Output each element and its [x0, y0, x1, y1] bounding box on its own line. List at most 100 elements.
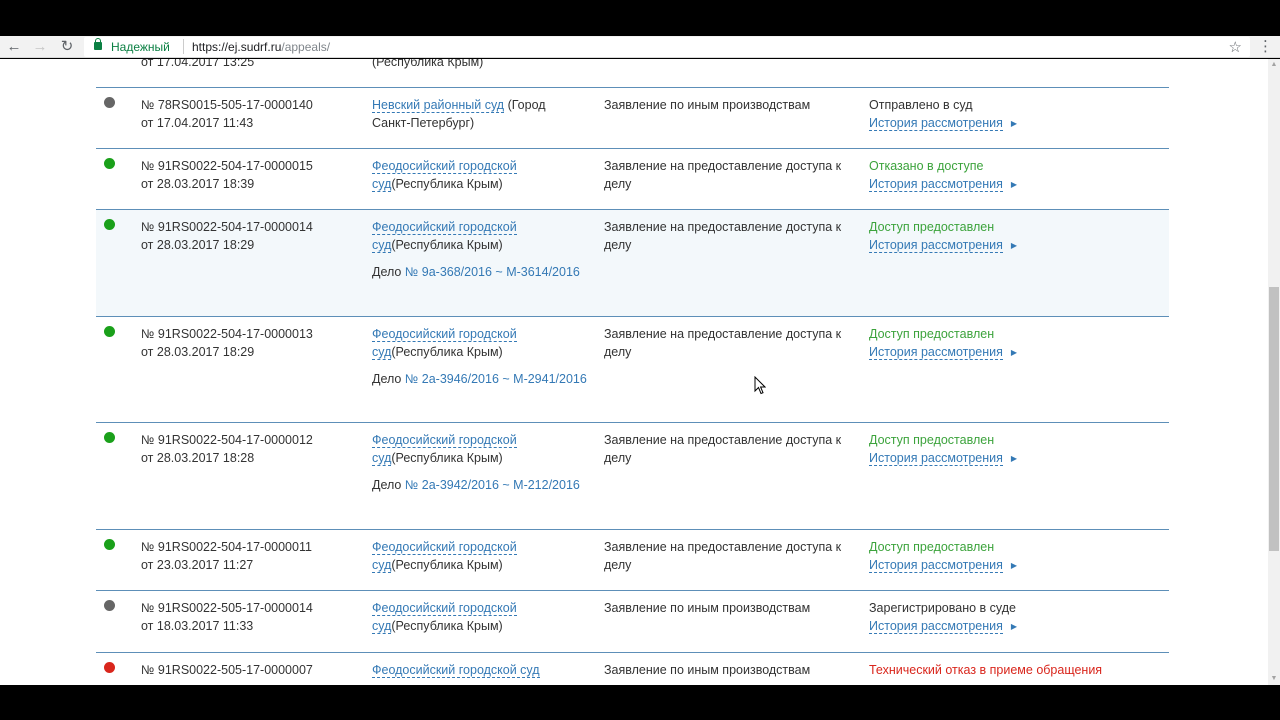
court-cell: Феодосийский городской суд(Республика Кр… — [372, 325, 587, 388]
status-cell: Доступ предоставлен История рассмотрения ▶ — [869, 431, 1169, 468]
court-cell: Феодосийский городской суд(Республика Кр… — [372, 218, 587, 281]
history-link[interactable]: История рассмотрения — [869, 345, 1003, 360]
appeal-number-cell: № 91RS0022-504-17-0000013 от 28.03.2017 1… — [141, 325, 351, 361]
case-line: Дело № 2а-3946/2016 ~ М-2941/2016 — [372, 370, 587, 388]
status-indicator-dot — [104, 326, 115, 337]
court-region: (Республика Крым) — [391, 558, 503, 572]
triangle-right-icon[interactable]: ▶ — [1011, 622, 1017, 631]
status-cell: Зарегистрировано в суде История рассмотре… — [869, 599, 1169, 636]
status-indicator-dot — [104, 158, 115, 169]
lock-icon — [94, 38, 102, 50]
scroll-up-arrow-icon[interactable]: ▲ — [1268, 59, 1280, 71]
triangle-right-icon[interactable]: ▶ — [1011, 561, 1017, 570]
case-link[interactable]: № 2а-3946/2016 ~ М-2941/2016 — [405, 372, 587, 386]
appeal-number: № 91RS0022-505-17-0000014 — [141, 601, 313, 615]
court-cell: Феодосийский городской суд — [372, 661, 587, 679]
history-link[interactable]: История рассмотрения — [869, 451, 1003, 466]
case-line: Дело № 9а-368/2016 ~ М-3614/2016 — [372, 263, 587, 281]
history-link[interactable]: История рассмотрения — [869, 619, 1003, 634]
case-link[interactable]: № 9а-368/2016 ~ М-3614/2016 — [405, 265, 580, 279]
appeal-type: Заявление на предоставление доступа к де… — [604, 220, 842, 252]
url-text[interactable]: https://ej.sudrf.ru/appeals/ — [192, 40, 330, 54]
case-link[interactable]: № 2а-3942/2016 ~ М-212/2016 — [405, 478, 580, 492]
case-prefix: Дело — [372, 478, 405, 492]
case-prefix: Дело — [372, 265, 405, 279]
appeal-row: № 91RS0022-505-17-0000007 Феодосийский го… — [96, 653, 1169, 685]
appeal-number: № 78RS0015-505-17-0000140 — [141, 98, 313, 112]
appeal-row: № 91RS0022-504-17-0000011 от 23.03.2017 1… — [96, 530, 1169, 591]
appeal-date: от 23.03.2017 11:27 — [141, 558, 254, 572]
status-text: Доступ предоставлен — [869, 327, 995, 341]
appeal-type: Заявление на предоставление доступа к де… — [604, 327, 842, 359]
secure-label: Надежный — [111, 40, 170, 54]
status-text: Доступ предоставлен — [869, 220, 995, 234]
appeal-row: № 78RS0015-505-17-0000140 от 17.04.2017 1… — [96, 88, 1169, 149]
top-black-bar — [0, 0, 1280, 36]
appeal-date: от 28.03.2017 18:39 — [141, 177, 255, 191]
history-link[interactable]: История рассмотрения — [869, 238, 1003, 253]
appeal-row: от 17.04.2017 13:25(Республика Крым)Исто… — [96, 59, 1169, 88]
forward-arrow-icon[interactable]: → — [31, 38, 49, 56]
appeal-number-cell: № 91RS0022-504-17-0000011 от 23.03.2017 1… — [141, 538, 351, 574]
appeal-type: Заявление по иным производствам — [604, 663, 811, 677]
appeals-list: от 17.04.2017 13:25 (Республика Крым) Исто… — [96, 59, 1169, 685]
triangle-right-icon[interactable]: ▶ — [1011, 454, 1017, 463]
appeal-row: № 91RS0022-504-17-0000013 от 28.03.2017 1… — [96, 317, 1169, 423]
status-text: Отправлено в суд — [869, 98, 973, 112]
history-link[interactable]: История рассмотрения — [869, 177, 1003, 192]
appeal-type: Заявление на предоставление доступа к де… — [604, 433, 842, 465]
court-cell: Феодосийский городской суд(Республика Кр… — [372, 599, 587, 635]
menu-kebab-icon[interactable]: ⋮ — [1258, 39, 1273, 55]
status-text: Зарегистрировано в суде — [869, 601, 1016, 615]
scroll-down-arrow-icon[interactable]: ▼ — [1268, 673, 1280, 685]
court-region: (Республика Крым) — [391, 451, 503, 465]
status-cell: Отправлено в суд История рассмотрения ▶ — [869, 96, 1169, 133]
appeal-number: № 91RS0022-504-17-0000012 — [141, 433, 313, 447]
appeal-date: от 28.03.2017 18:28 — [141, 451, 255, 465]
court-cell: Феодосийский городской суд(Республика Кр… — [372, 538, 587, 574]
court-link[interactable]: Невский районный суд — [372, 98, 505, 113]
appeal-row: № 91RS0022-505-17-0000014 от 18.03.2017 1… — [96, 591, 1169, 653]
appeal-type: Заявление по иным производствам — [604, 601, 811, 615]
back-arrow-icon[interactable]: ← — [5, 38, 23, 56]
status-cell: Доступ предоставлен История рассмотрения ▶ — [869, 218, 1169, 255]
page-viewport: от 17.04.2017 13:25 (Республика Крым) Исто… — [0, 59, 1268, 685]
url-host: https://ej.sudrf.ru — [192, 40, 282, 54]
address-bar[interactable]: Надежный https://ej.sudrf.ru/appeals/ ☆ — [84, 37, 1250, 57]
address-divider — [183, 39, 184, 54]
reload-icon[interactable]: ↻ — [58, 38, 76, 56]
triangle-right-icon[interactable]: ▶ — [1011, 119, 1017, 128]
appeal-number: № 91RS0022-504-17-0000014 — [141, 220, 313, 234]
status-indicator-dot — [104, 97, 115, 108]
status-text: Доступ предоставлен — [869, 540, 995, 554]
court-region: (Республика Крым) — [391, 619, 503, 633]
triangle-right-icon[interactable]: ▶ — [1011, 180, 1017, 189]
case-prefix: Дело — [372, 372, 405, 386]
appeal-date: от 17.04.2017 11:43 — [141, 116, 254, 130]
court-cell: Феодосийский городской суд(Республика Кр… — [372, 157, 587, 193]
appeal-number-cell: № 91RS0022-505-17-0000007 — [141, 661, 351, 679]
appeal-number-cell: № 91RS0022-505-17-0000014 от 18.03.2017 1… — [141, 599, 351, 635]
page-scrollbar[interactable]: ▲ ▼ — [1268, 59, 1280, 685]
triangle-right-icon[interactable]: ▶ — [1011, 348, 1017, 357]
scroll-thumb[interactable] — [1269, 287, 1279, 551]
court-region: (Республика Крым) — [391, 177, 503, 191]
history-link[interactable]: История рассмотрения — [869, 116, 1003, 131]
appeal-row: № 91RS0022-504-17-0000014 от 28.03.2017 1… — [96, 210, 1169, 317]
status-text: Отказано в доступе — [869, 159, 984, 173]
appeal-number-cell: № 78RS0015-505-17-0000140 от 17.04.2017 1… — [141, 96, 351, 132]
appeal-number: № 91RS0022-504-17-0000013 — [141, 327, 313, 341]
case-line: Дело № 2а-3942/2016 ~ М-212/2016 — [372, 476, 587, 494]
appeal-row: № 91RS0022-504-17-0000012 от 28.03.2017 1… — [96, 423, 1169, 530]
triangle-right-icon[interactable]: ▶ — [1011, 241, 1017, 250]
appeal-date: от 28.03.2017 18:29 — [141, 345, 255, 359]
appeal-number-cell: № 91RS0022-504-17-0000015 от 28.03.2017 1… — [141, 157, 351, 193]
history-link[interactable]: История рассмотрения — [869, 558, 1003, 573]
court-cell: Феодосийский городской суд(Республика Кр… — [372, 431, 587, 494]
bookmark-star-icon[interactable]: ☆ — [1229, 38, 1242, 56]
appeal-number: № 91RS0022-505-17-0000007 — [141, 663, 313, 677]
court-link[interactable]: Феодосийский городской суд — [372, 663, 540, 678]
status-indicator-dot — [104, 432, 115, 443]
appeal-number-cell: от 17.04.2017 13:25 — [141, 59, 351, 71]
appeal-row: № 91RS0022-504-17-0000015 от 28.03.2017 1… — [96, 149, 1169, 210]
